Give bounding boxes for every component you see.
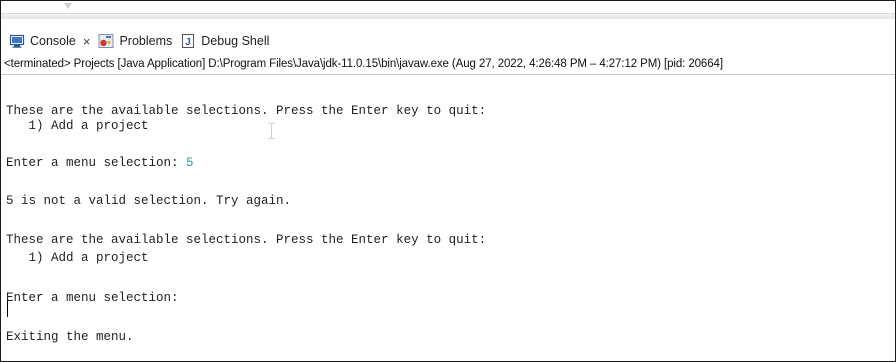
scroll-arrow-icon [64,3,72,9]
console-line: These are the available selections. Pres… [6,233,487,247]
process-status-header: <terminated> Projects [Java Application]… [1,53,895,75]
tab-debug-shell-label: Debug Shell [201,34,270,48]
tab-debug-shell[interactable]: J Debug Shell [180,30,269,52]
horizontal-scrollbar[interactable] [1,13,895,19]
console-line: Exiting the menu. [6,330,134,344]
console-view: Console × Problems J Debug Shell <termin… [0,0,896,362]
tab-console[interactable]: Console × [9,30,90,52]
user-input-value: 5 [186,156,194,170]
text-caret [7,301,8,317]
tab-problems[interactable]: Problems [98,30,172,52]
svg-text:J: J [185,37,191,48]
debug-shell-icon: J [180,33,196,49]
view-tab-bar: Console × Problems J Debug Shell [1,30,895,52]
console-output[interactable]: These are the available selections. Pres… [1,76,895,361]
console-prompt: Enter a menu selection: [6,156,187,170]
console-icon [9,33,25,49]
console-line: 1) Add a project [6,251,149,265]
ibeam-cursor-icon [268,123,275,139]
console-line: 5 is not a valid selection. Try again. [6,194,292,208]
tab-console-label: Console [30,34,76,48]
editor-scroll-edge [1,1,895,19]
tab-problems-label: Problems [119,34,173,48]
console-prompt-line: Enter a menu selection: 5 [6,154,194,172]
close-icon[interactable]: × [83,35,91,48]
console-line: 1) Add a project [6,119,149,133]
console-line: Enter a menu selection: [6,291,179,305]
problems-icon [98,33,114,49]
